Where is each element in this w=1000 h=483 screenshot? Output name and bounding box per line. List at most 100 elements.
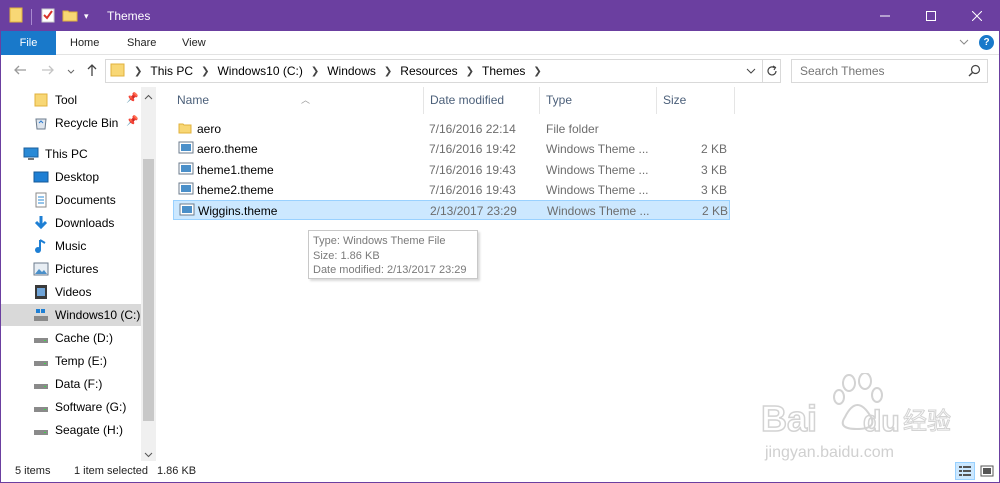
minimize-button[interactable] [862, 1, 908, 31]
breadcrumb-this-pc[interactable]: This PC [150, 64, 193, 78]
pictures-icon [33, 261, 49, 277]
refresh-button[interactable] [762, 60, 781, 82]
nav-item-recycle-bin[interactable]: Recycle Bin 📌 [1, 112, 141, 134]
nav-item-software-g[interactable]: Software (G:) [1, 396, 141, 418]
file-name: aero [197, 122, 222, 136]
nav-item-label: Tool [55, 93, 78, 107]
recent-locations-icon[interactable] [67, 65, 75, 79]
tab-home[interactable]: Home [56, 31, 113, 55]
recycle-bin-icon [33, 115, 49, 131]
column-header-label: Type [546, 93, 573, 107]
file-row-theme2[interactable]: theme2.theme 7/16/2016 19:43 Windows The… [173, 180, 730, 200]
large-icons-view-icon [980, 465, 994, 477]
customize-toolbar-icon[interactable]: ▾ [84, 11, 89, 22]
up-arrow-icon[interactable] [85, 63, 99, 80]
tooltip-size: Size: 1.86 KB [313, 249, 380, 262]
nav-item-this-pc[interactable]: This PC [1, 143, 141, 165]
column-header-size[interactable]: Size [657, 87, 735, 114]
column-header-type[interactable]: Type [540, 87, 657, 114]
nav-item-downloads[interactable]: Downloads [1, 212, 141, 234]
nav-item-label: Software (G:) [55, 400, 127, 414]
watermark-url: jingyan.baidu.com [764, 444, 894, 461]
nav-item-desktop[interactable]: Desktop [1, 166, 141, 188]
nav-item-music[interactable]: Music [1, 235, 141, 257]
breadcrumb-chevron-icon[interactable]: ❯ [201, 66, 209, 77]
file-row-aero[interactable]: aero 7/16/2016 22:14 File folder [173, 119, 730, 139]
file-size: 2 KB [700, 142, 727, 156]
column-header-name[interactable]: Name ︿ [171, 87, 424, 114]
tab-share[interactable]: Share [113, 31, 170, 55]
breadcrumb-chevron-icon[interactable]: ❯ [466, 66, 474, 77]
nav-item-tool[interactable]: Tool 📌 [1, 89, 141, 111]
column-header-date-modified[interactable]: Date modified [424, 87, 540, 114]
nav-item-label: Cache (D:) [55, 331, 114, 345]
scrollbar-thumb[interactable] [143, 159, 154, 421]
nav-item-label: Videos [55, 285, 92, 299]
breadcrumb-chevron-icon[interactable]: ❯ [384, 66, 392, 77]
forward-arrow-icon[interactable] [41, 63, 55, 80]
back-arrow-icon[interactable] [13, 63, 27, 80]
column-header-label: Size [663, 93, 687, 107]
address-dropdown-icon[interactable] [746, 65, 756, 79]
pin-icon[interactable]: 📌 [126, 116, 138, 127]
search-input[interactable] [792, 60, 962, 82]
navigation-bar: ❯ This PC ❯ Windows10 (C:) ❯ Windows ❯ R… [1, 56, 999, 86]
documents-icon [33, 192, 49, 208]
breadcrumb-windows10[interactable]: Windows10 (C:) [217, 64, 302, 78]
desktop-icon [33, 169, 49, 185]
selection-count: 1 item selected [74, 465, 148, 477]
properties-icon[interactable] [40, 7, 56, 26]
nav-item-documents[interactable]: Documents [1, 189, 141, 211]
expand-ribbon-icon[interactable] [959, 36, 969, 50]
nav-item-videos[interactable]: Videos [1, 281, 141, 303]
breadcrumb-resources[interactable]: Resources [400, 64, 457, 78]
search-box[interactable] [791, 59, 988, 83]
help-icon[interactable]: ? [979, 35, 994, 50]
nav-item-label: Downloads [55, 216, 115, 230]
nav-item-temp-e[interactable]: Temp (E:) [1, 350, 141, 372]
maximize-button[interactable] [908, 1, 954, 31]
breadcrumb-themes[interactable]: Themes [482, 64, 525, 78]
close-button[interactable] [954, 1, 1000, 31]
file-name: theme1.theme [197, 163, 274, 177]
new-folder-icon[interactable] [62, 7, 78, 26]
drive-icon [33, 330, 49, 346]
nav-item-pictures[interactable]: Pictures [1, 258, 141, 280]
tab-file[interactable]: File [1, 31, 56, 55]
navigation-pane: Tool 📌 Recycle Bin 📌 This PC Desktop Doc… [1, 87, 156, 461]
file-row-wiggins[interactable]: Wiggins.theme 2/13/2017 23:29 Windows Th… [173, 200, 730, 220]
nav-item-label: Pictures [55, 262, 99, 276]
file-date: 7/16/2016 22:14 [429, 122, 516, 136]
nav-item-label: Recycle Bin [55, 116, 119, 130]
details-view-button[interactable] [955, 462, 975, 480]
scroll-up-icon[interactable] [144, 91, 153, 105]
file-row-theme1[interactable]: theme1.theme 7/16/2016 19:43 Windows The… [173, 160, 730, 180]
watermark-cn: 经验 [903, 407, 951, 435]
breadcrumb-chevron-icon[interactable]: ❯ [134, 66, 142, 77]
minimize-icon [880, 15, 890, 17]
sort-arrow-icon: ︿ [301, 95, 311, 105]
nav-item-windows10-c[interactable]: Windows10 (C:) [1, 304, 141, 326]
nav-item-cache-d[interactable]: Cache (D:) [1, 327, 141, 349]
maximize-icon [926, 11, 936, 21]
scroll-down-icon[interactable] [144, 448, 153, 462]
ribbon-tabs: File Home Share View ? [1, 31, 999, 55]
large-icons-view-button[interactable] [977, 462, 997, 480]
file-row-aero-theme[interactable]: aero.theme 7/16/2016 19:42 Windows Theme… [173, 139, 730, 159]
nav-item-seagate-h[interactable]: Seagate (H:) [1, 419, 141, 441]
pin-icon[interactable]: 📌 [126, 93, 138, 104]
view-switcher [955, 462, 997, 480]
tab-view[interactable]: View [168, 31, 220, 55]
theme-file-icon [178, 182, 194, 199]
nav-item-data-f[interactable]: Data (F:) [1, 373, 141, 395]
selection-size: 1.86 KB [157, 465, 197, 477]
close-icon [972, 11, 982, 21]
file-type: Windows Theme ... [547, 204, 650, 218]
tooltip-date: Date modified: 2/13/2017 23:29 [313, 264, 467, 276]
address-bar[interactable]: ❯ This PC ❯ Windows10 (C:) ❯ Windows ❯ R… [105, 59, 781, 83]
breadcrumb-chevron-icon[interactable]: ❯ [311, 66, 319, 77]
breadcrumb-chevron-icon[interactable]: ❯ [533, 66, 541, 77]
breadcrumb-windows[interactable]: Windows [327, 64, 376, 78]
nav-scrollbar[interactable] [141, 87, 156, 461]
search-icon[interactable] [968, 64, 981, 80]
